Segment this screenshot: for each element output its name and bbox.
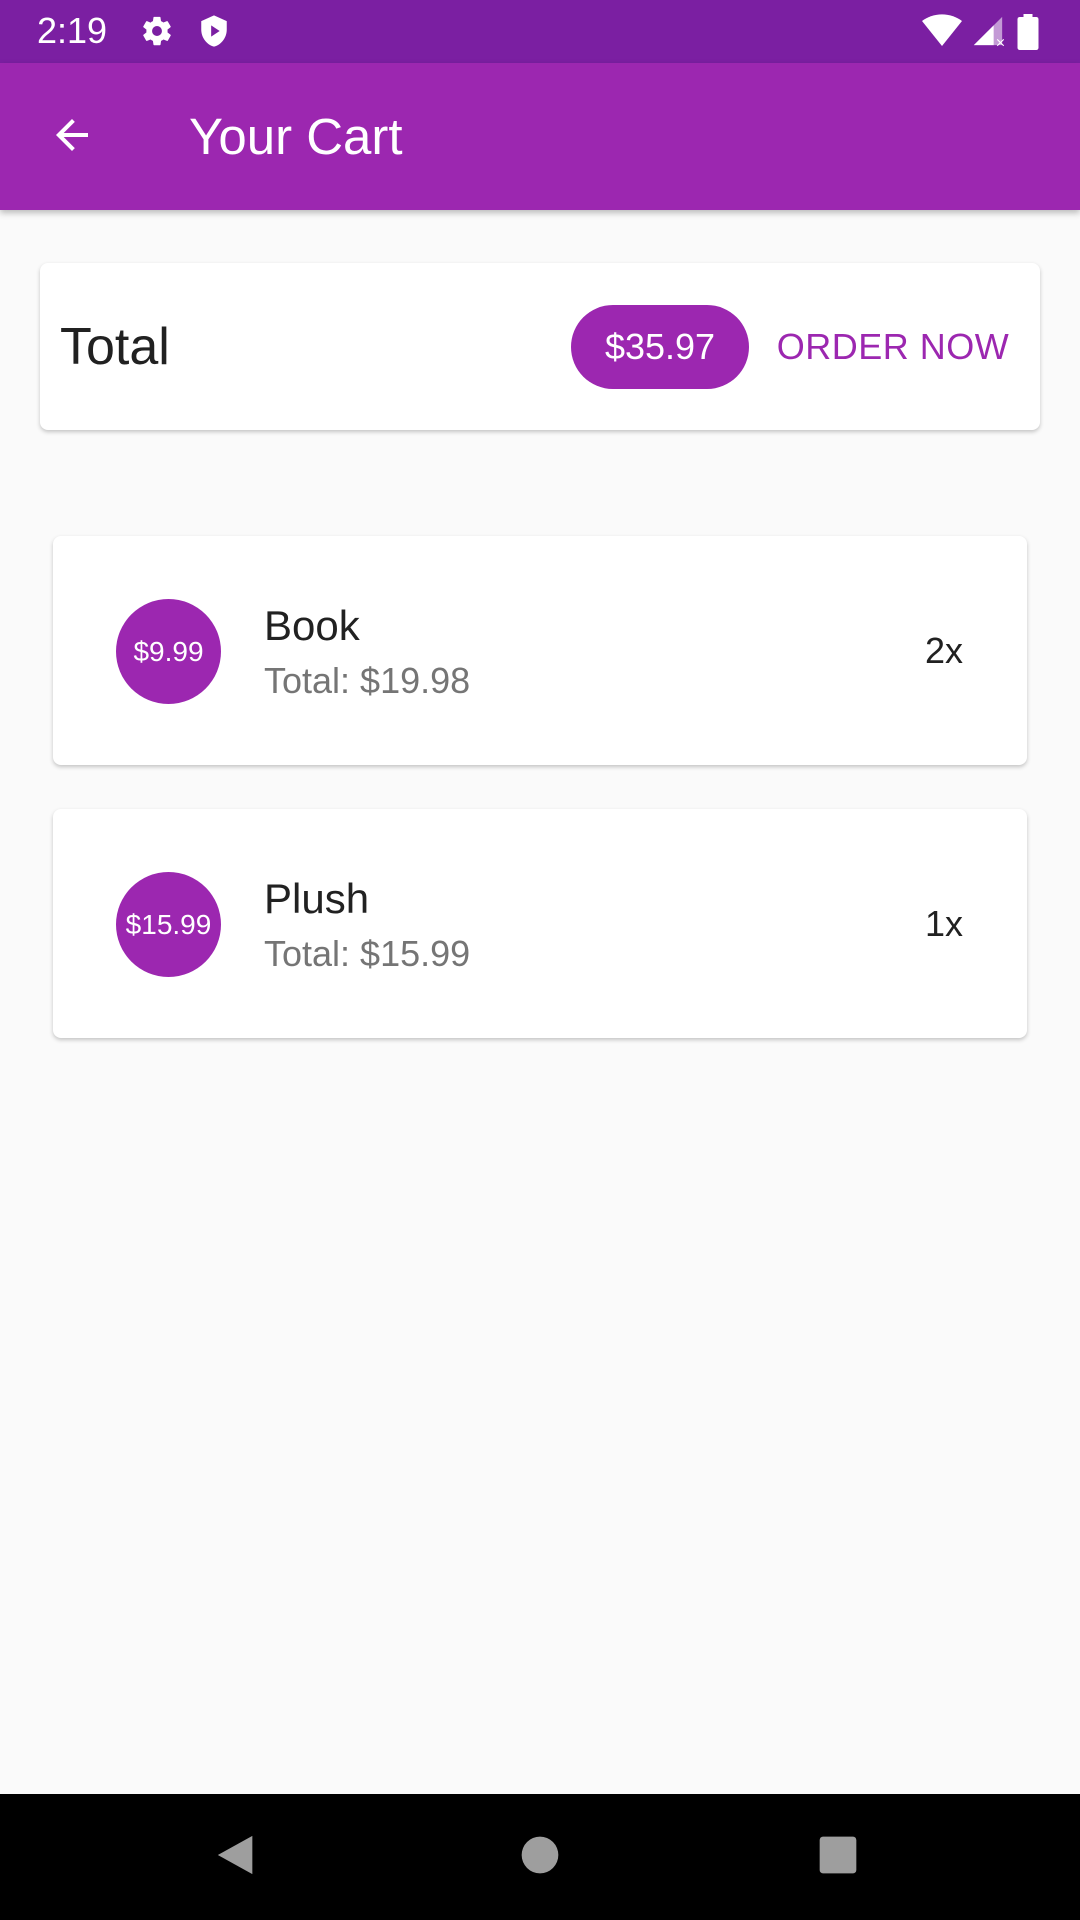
status-bar: 2:19 × [0,0,1080,63]
cart-item: $15.99 Plush Total: $15.99 1x [53,809,1027,1038]
nav-back-button[interactable] [204,1824,270,1890]
total-card: Total $35.97 ORDER NOW [40,263,1040,430]
nav-recents-button[interactable] [805,1824,871,1890]
item-name: Plush [264,875,370,922]
item-total: Total: $19.98 [264,660,471,701]
item-price-avatar: $9.99 [116,599,221,704]
app-bar: Your Cart [0,63,1080,210]
item-name: Book [264,602,360,649]
signal-icon: × [970,14,1006,51]
svg-text:×: × [995,36,1006,48]
item-quantity: 2x [924,630,963,671]
cart-item: $9.99 Book Total: $19.98 2x [53,536,1027,765]
page-title: Your Cart [189,108,403,165]
nav-home-button[interactable] [507,1824,573,1890]
total-amount-chip: $35.97 [571,305,749,389]
settings-icon [140,14,174,48]
shield-icon [197,14,231,48]
item-quantity: 1x [924,903,963,944]
wifi-icon [922,14,962,48]
item-price-avatar: $15.99 [116,872,221,977]
home-circle-icon [520,1835,560,1880]
battery-icon [1016,14,1046,50]
item-total: Total: $15.99 [264,933,471,974]
recents-square-icon [818,1835,858,1880]
status-time: 2:19 [37,10,108,51]
back-triangle-icon [214,1832,260,1883]
total-label: Total [60,318,170,376]
back-button[interactable] [36,101,108,173]
arrow-back-icon [48,111,96,164]
system-nav-bar [0,1794,1080,1920]
order-now-button[interactable]: ORDER NOW [762,303,1024,391]
